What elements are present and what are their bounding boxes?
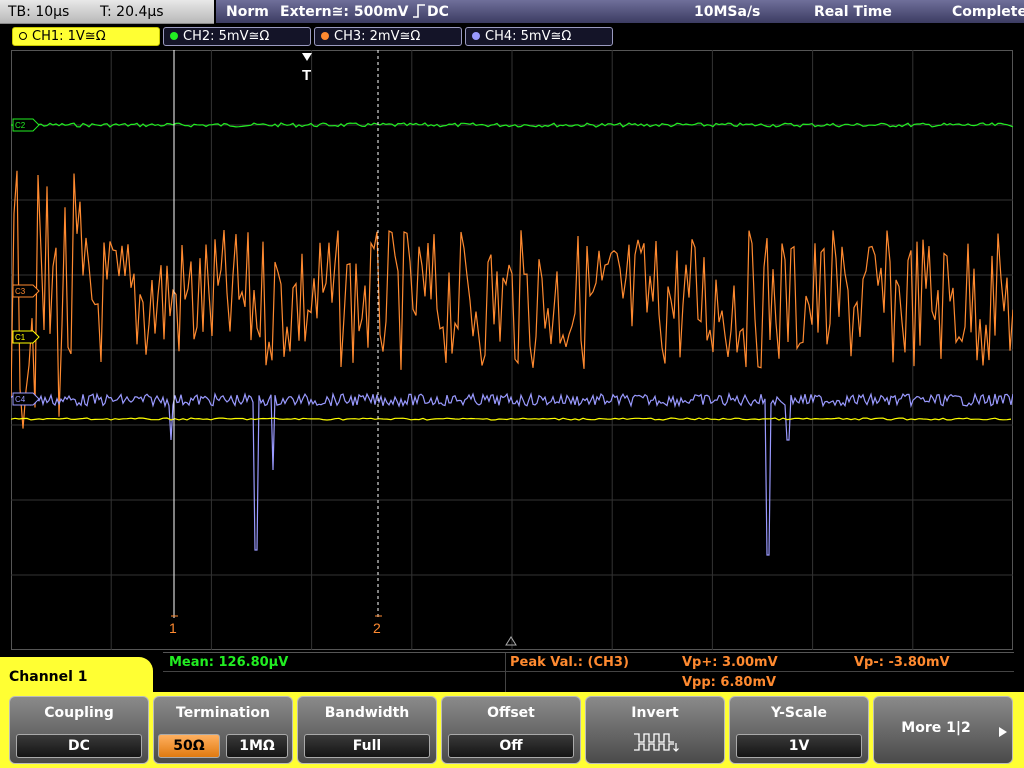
waveform-display[interactable]: 1 2 T C2 C3 C1 C4 — [11, 50, 1013, 650]
timebase-panel[interactable]: TB: 10µs T: 20.4µs — [0, 0, 214, 24]
more-softkey[interactable]: More 1|2 — [873, 696, 1013, 764]
yscale-title: Y-Scale — [770, 705, 827, 721]
coupling-title: Coupling — [44, 705, 114, 721]
tab-ch1-label: CH1: 1V≅Ω — [32, 29, 106, 44]
yscale-softkey[interactable]: Y-Scale 1V — [729, 696, 869, 764]
vp-plus-value: Vp+: 3.00mV — [682, 655, 778, 670]
termination-title: Termination — [176, 705, 270, 721]
mean-measurement: Mean: 126.80µV — [169, 655, 289, 670]
invert-softkey[interactable]: Invert — [585, 696, 725, 764]
ref-marker-c2[interactable]: C2 — [12, 118, 40, 132]
bandwidth-title: Bandwidth — [324, 705, 410, 721]
menu-title: Channel 1 — [0, 657, 153, 695]
softkey-bar: Coupling DC Termination 50Ω 1MΩ Bandwidt… — [0, 692, 1024, 768]
ch3-dot-icon — [321, 32, 329, 40]
status-bar: TB: 10µs T: 20.4µs Norm Extern≅: 500mV D… — [0, 0, 1024, 24]
coupling-softkey[interactable]: Coupling DC — [9, 696, 149, 764]
ref-marker-c1[interactable]: C1 — [12, 330, 40, 344]
ch4-dot-icon — [472, 32, 480, 40]
trigger-label: T — [302, 67, 311, 84]
more-label: More 1|2 — [901, 720, 971, 736]
timebase-value: TB: 10µs — [8, 4, 70, 20]
trigger-position-icon — [505, 636, 517, 646]
termination-50ohm[interactable]: 50Ω — [158, 734, 220, 758]
cursor-1-label: 1 — [169, 620, 177, 636]
tab-ch3[interactable]: CH3: 2mV≅Ω — [314, 27, 462, 46]
ch2-dot-icon — [170, 32, 178, 40]
meas-divider — [163, 671, 1014, 672]
ref-marker-c4-label: C4 — [15, 395, 26, 404]
yscale-value: 1V — [736, 734, 862, 758]
bandwidth-value: Full — [304, 734, 430, 758]
peak-value-label: Peak Val.: (CH3) — [510, 655, 629, 670]
trigger-coupling: DC — [427, 4, 449, 20]
tab-ch4-label: CH4: 5mV≅Ω — [485, 29, 572, 44]
invert-waveform-icon — [634, 733, 679, 752]
tab-ch3-label: CH3: 2mV≅Ω — [334, 29, 421, 44]
next-arrow-icon — [999, 727, 1007, 737]
tab-ch4[interactable]: CH4: 5mV≅Ω — [465, 27, 613, 46]
cursors[interactable]: 1 2 — [169, 50, 382, 636]
ch1-dot-icon — [19, 32, 27, 40]
vp-minus-value: Vp-: -3.80mV — [854, 655, 950, 670]
vpp-value: Vpp: 6.80mV — [682, 675, 777, 690]
measurement-panel[interactable]: Mean: 126.80µV Peak Val.: (CH3) Vp+: 3.0… — [163, 652, 1014, 693]
graticule — [11, 50, 1013, 650]
trigger-arrow-icon — [302, 53, 312, 61]
trigger-source: Extern≅: 500mV — [280, 4, 409, 20]
coupling-value: DC — [16, 734, 142, 758]
trigger-panel[interactable]: Norm Extern≅: 500mV DC 10MSa/s Real Time… — [216, 0, 1024, 23]
ref-marker-c3-label: C3 — [15, 287, 26, 296]
meas-divider-v — [505, 653, 506, 693]
termination-softkey[interactable]: Termination 50Ω 1MΩ — [153, 696, 293, 764]
offset-value: Off — [448, 734, 574, 758]
ref-marker-c2-label: C2 — [15, 121, 26, 130]
rising-edge-icon — [412, 4, 426, 22]
offset-title: Offset — [487, 705, 535, 721]
trigger-mode: Norm — [226, 4, 269, 20]
tab-ch2-label: CH2: 5mV≅Ω — [183, 29, 270, 44]
acquisition-mode: Real Time — [814, 4, 892, 20]
cursor-2-label: 2 — [373, 620, 381, 636]
waveform-svg: 1 2 T C2 C3 C1 C4 — [11, 50, 1013, 650]
offset-softkey[interactable]: Offset Off — [441, 696, 581, 764]
ref-marker-c4[interactable]: C4 — [12, 392, 40, 406]
ref-marker-c3[interactable]: C3 — [12, 284, 40, 298]
trigger-marker[interactable]: T — [302, 53, 312, 84]
invert-title: Invert — [631, 705, 679, 721]
sample-rate: 10MSa/s — [694, 4, 761, 20]
trigger-time-value: T: 20.4µs — [100, 4, 164, 20]
bandwidth-softkey[interactable]: Bandwidth Full — [297, 696, 437, 764]
tab-ch2[interactable]: CH2: 5mV≅Ω — [163, 27, 311, 46]
termination-1mohm[interactable]: 1MΩ — [226, 734, 288, 758]
acquisition-state: Complete — [952, 4, 1024, 20]
ref-marker-c1-label: C1 — [15, 333, 26, 342]
tab-ch1[interactable]: CH1: 1V≅Ω — [12, 27, 160, 46]
